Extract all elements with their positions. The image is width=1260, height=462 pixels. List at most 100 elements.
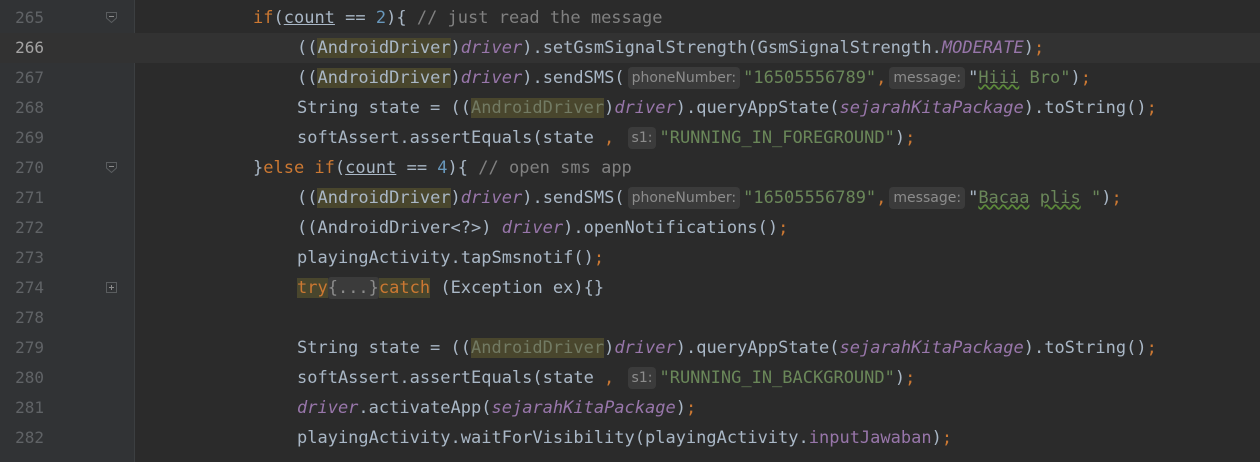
code-token: ( bbox=[334, 158, 346, 178]
string-literal: Hiii bbox=[978, 68, 1020, 88]
code-text[interactable]: if(count == 2){ // just read the message bbox=[253, 3, 662, 33]
code-token: softAssert.assertEquals(state bbox=[297, 128, 605, 148]
parameter-hint: message: bbox=[889, 67, 966, 89]
string-literal: Bacaa bbox=[978, 188, 1030, 208]
code-text[interactable]: playingActivity.waitForVisibility(playin… bbox=[297, 423, 952, 453]
code-line[interactable]: 266 ((AndroidDriver)driver).setGsmSignalS… bbox=[0, 33, 1260, 63]
line-number[interactable]: 270 bbox=[0, 153, 44, 183]
code-comment: // open sms app bbox=[478, 158, 632, 178]
string-literal: "16505556789" bbox=[743, 68, 877, 88]
code-text[interactable]: ((AndroidDriver)driver).sendSMS(phoneNum… bbox=[297, 183, 1122, 213]
keyword-token: , bbox=[604, 128, 615, 148]
line-number[interactable]: 273 bbox=[0, 243, 44, 273]
fold-expand-icon[interactable] bbox=[106, 282, 117, 293]
code-token: String state = (( bbox=[297, 98, 471, 118]
fold-collapse-icon[interactable] bbox=[106, 12, 117, 23]
field-reference: driver bbox=[501, 218, 564, 238]
code-line[interactable]: 279 String state = ((AndroidDriver)driver… bbox=[0, 333, 1260, 363]
code-line[interactable]: 267 ((AndroidDriver)driver).sendSMS(phone… bbox=[0, 63, 1260, 93]
code-line[interactable]: 270 }else if(count == 4){ // open sms app bbox=[0, 153, 1260, 183]
code-token: AndroidDriver bbox=[471, 338, 605, 358]
line-number[interactable]: 281 bbox=[0, 393, 44, 423]
field-reference: driver bbox=[614, 98, 676, 118]
code-token: AndroidDriver bbox=[471, 98, 605, 118]
code-text[interactable]: try{...}catch (Exception ex){} bbox=[297, 273, 604, 303]
keyword-token: ; bbox=[905, 128, 916, 148]
code-text[interactable]: ((AndroidDriver<?>) driver).openNotifica… bbox=[297, 213, 788, 243]
code-token: ).toString() bbox=[1023, 338, 1147, 358]
string-literal: "RUNNING_IN_BACKGROUND" bbox=[659, 368, 895, 388]
code-token: ( bbox=[273, 8, 284, 28]
field-reference: driver bbox=[460, 38, 523, 58]
keyword-token: , bbox=[876, 68, 887, 88]
line-number[interactable]: 279 bbox=[0, 333, 44, 363]
keyword-token: ; bbox=[1080, 68, 1091, 88]
field-reference: sejarahKitaPackage bbox=[839, 338, 1024, 358]
code-token: ).queryAppState( bbox=[675, 98, 840, 118]
folded-code-block[interactable]: {...} bbox=[327, 277, 379, 299]
fold-collapse-icon[interactable] bbox=[106, 162, 117, 173]
keyword-token: ; bbox=[905, 368, 916, 388]
code-token: .activateApp( bbox=[358, 398, 492, 418]
line-number[interactable]: 278 bbox=[0, 303, 44, 333]
line-number[interactable]: 280 bbox=[0, 363, 44, 393]
code-token: (( bbox=[297, 68, 318, 88]
keyword-token: , bbox=[604, 368, 615, 388]
line-number[interactable]: 267 bbox=[0, 63, 44, 93]
code-text[interactable]: driver.activateApp(sejarahKitaPackage); bbox=[297, 393, 696, 423]
keyword-token: ; bbox=[1111, 188, 1122, 208]
code-token: playingActivity.waitForVisibility(playin… bbox=[297, 428, 809, 448]
code-token: == bbox=[334, 8, 376, 28]
line-number[interactable]: 268 bbox=[0, 93, 44, 123]
keyword-token: ; bbox=[685, 398, 697, 418]
parameter-hint: message: bbox=[889, 187, 966, 209]
string-literal: " bbox=[1080, 188, 1102, 208]
line-number[interactable]: 272 bbox=[0, 213, 44, 243]
line-number[interactable]: 266 bbox=[0, 33, 44, 63]
code-editor[interactable]: 265 if(count == 2){ // just read the mess… bbox=[0, 0, 1260, 462]
code-token: ) bbox=[450, 188, 461, 208]
code-text[interactable]: String state = ((AndroidDriver)driver).q… bbox=[297, 333, 1157, 363]
line-number[interactable]: 282 bbox=[0, 423, 44, 453]
code-text[interactable]: ((AndroidDriver)driver).setGsmSignalStre… bbox=[297, 33, 1044, 63]
parameter-hint: phoneNumber: bbox=[627, 187, 741, 209]
code-text[interactable]: ((AndroidDriver)driver).sendSMS(phoneNum… bbox=[297, 63, 1091, 93]
keyword-token: try bbox=[297, 278, 328, 298]
code-line[interactable]: 281 driver.activateApp(sejarahKitaPackage… bbox=[0, 393, 1260, 423]
code-token: " bbox=[968, 68, 979, 88]
code-line[interactable]: 273 playingActivity.tapSmsnotif(); bbox=[0, 243, 1260, 273]
code-line[interactable]: 271 ((AndroidDriver)driver).sendSMS(phone… bbox=[0, 183, 1260, 213]
code-line[interactable]: 269 softAssert.assertEquals(state , s1: "R… bbox=[0, 123, 1260, 153]
code-line[interactable]: 272 ((AndroidDriver<?>) driver).openNotif… bbox=[0, 213, 1260, 243]
string-literal: plis bbox=[1039, 188, 1081, 208]
code-line[interactable]: 282 playingActivity.waitForVisibility(pla… bbox=[0, 423, 1260, 453]
code-token: AndroidDriver bbox=[317, 68, 451, 88]
code-token: ).setGsmSignalStrength(GsmSignalStrength… bbox=[522, 38, 942, 58]
code-text[interactable]: playingActivity.tapSmsnotif(); bbox=[297, 243, 604, 273]
code-token: ) bbox=[1070, 68, 1081, 88]
code-token: ).sendSMS( bbox=[522, 68, 625, 88]
code-text[interactable]: softAssert.assertEquals(state , s1: "RUNN… bbox=[297, 363, 915, 393]
code-token: String state = (( bbox=[297, 338, 471, 358]
line-number[interactable]: 265 bbox=[0, 3, 44, 33]
code-line[interactable]: 278 bbox=[0, 303, 1260, 333]
code-line[interactable]: 265 if(count == 2){ // just read the mess… bbox=[0, 3, 1260, 33]
line-number[interactable]: 269 bbox=[0, 123, 44, 153]
code-token: ).queryAppState( bbox=[675, 338, 840, 358]
code-token: ) bbox=[450, 38, 461, 58]
code-token: ) bbox=[450, 68, 461, 88]
code-text[interactable]: String state = ((AndroidDriver)driver).q… bbox=[297, 93, 1157, 123]
code-token: ) bbox=[604, 338, 615, 358]
code-text[interactable]: softAssert.assertEquals(state , s1: "RUNN… bbox=[297, 123, 915, 153]
code-text[interactable]: }else if(count == 4){ // open sms app bbox=[253, 153, 632, 183]
code-line[interactable]: 268 String state = ((AndroidDriver)driver… bbox=[0, 93, 1260, 123]
line-number[interactable]: 271 bbox=[0, 183, 44, 213]
code-line[interactable]: 280 softAssert.assertEquals(state , s1: "R… bbox=[0, 363, 1260, 393]
field-reference: inputJawaban bbox=[808, 428, 932, 448]
keyword-token: else if bbox=[263, 158, 335, 178]
keyword-token: ; bbox=[778, 218, 789, 238]
code-line[interactable]: 274 try{...}catch (Exception ex){} bbox=[0, 273, 1260, 303]
number-literal: 4 bbox=[437, 158, 448, 178]
line-number[interactable]: 274 bbox=[0, 273, 44, 303]
